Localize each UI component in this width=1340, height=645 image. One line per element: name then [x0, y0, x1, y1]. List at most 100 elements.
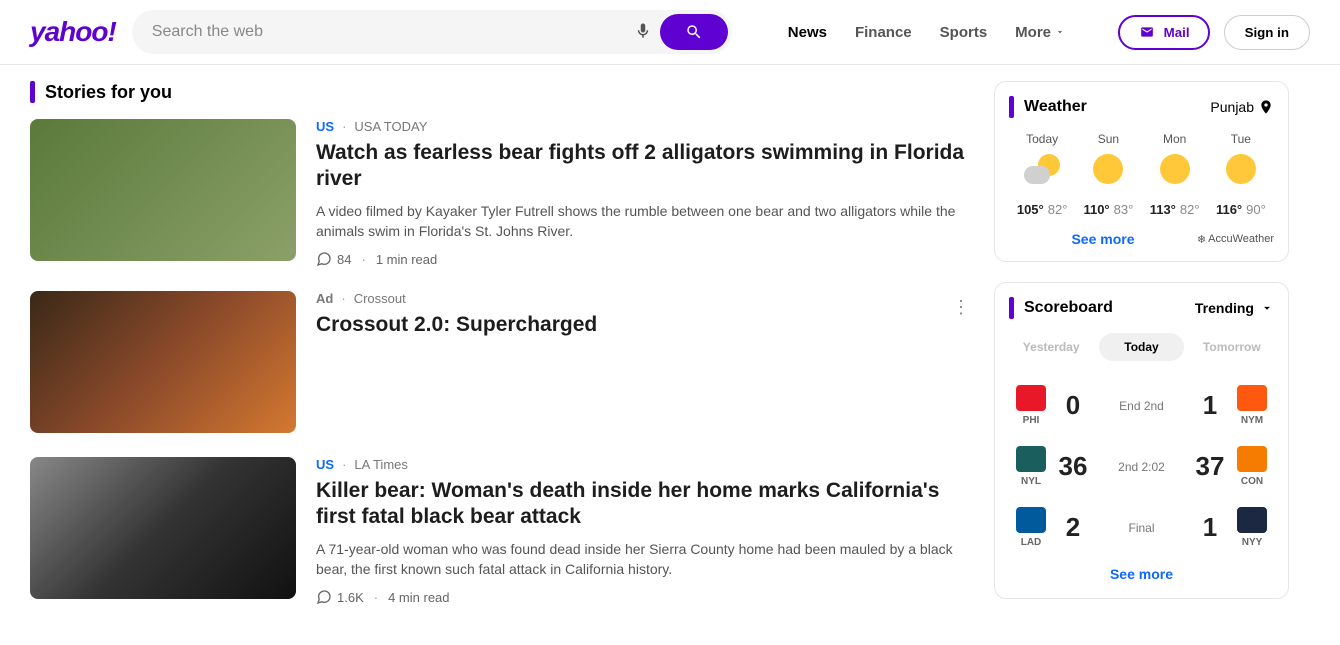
story-description: A video filmed by Kayaker Tyler Futrell …: [316, 201, 970, 242]
accent-bar: [1009, 96, 1014, 118]
partly-cloudy-icon: [1009, 154, 1075, 192]
weather-day[interactable]: Sun110°83°: [1075, 132, 1141, 217]
comment-count[interactable]: 1.6K: [316, 589, 364, 605]
story-stats: 1.6K · 4 min read: [316, 589, 970, 605]
scoreboard-card: Scoreboard Trending Yesterday Today Tomo…: [994, 282, 1289, 599]
tab-tomorrow[interactable]: Tomorrow: [1190, 333, 1274, 361]
read-time: 1 min read: [376, 252, 437, 267]
score-right: 1: [1190, 390, 1230, 421]
weather-header: Weather Punjab: [1009, 96, 1274, 118]
story-thumbnail: [30, 457, 296, 599]
story-category[interactable]: US: [316, 457, 334, 472]
nav-more[interactable]: More: [1015, 24, 1065, 41]
team-right: CON: [1230, 446, 1274, 487]
tab-yesterday[interactable]: Yesterday: [1009, 333, 1093, 361]
score-left: 2: [1053, 512, 1093, 543]
story-thumbnail: [30, 291, 296, 433]
scoreboard-title: Scoreboard: [1024, 299, 1113, 317]
nav-finance[interactable]: Finance: [855, 24, 912, 41]
comment-icon: [316, 589, 332, 605]
header: yahoo! News Finance Sports More Mail Sig…: [0, 0, 1340, 65]
sun-icon: [1142, 154, 1208, 192]
yahoo-logo[interactable]: yahoo!: [30, 16, 116, 48]
mail-button[interactable]: Mail: [1118, 15, 1210, 50]
team-right: NYM: [1230, 385, 1274, 426]
accent-bar: [1009, 297, 1014, 319]
story-item-ad[interactable]: Ad · Crossout Crossout 2.0: Supercharged…: [30, 291, 970, 433]
trending-dropdown[interactable]: Trending: [1195, 300, 1274, 316]
weather-forecast: Today105°82° Sun110°83° Mon113°82° Tue11…: [1009, 132, 1274, 217]
weather-footer: See more ❄AccuWeather: [1009, 231, 1274, 247]
story-item[interactable]: US · USA TODAY Watch as fearless bear fi…: [30, 119, 970, 267]
tab-today[interactable]: Today: [1099, 333, 1183, 361]
see-more-link[interactable]: See more: [1110, 566, 1173, 582]
read-time: 4 min read: [388, 590, 449, 605]
story-category[interactable]: US: [316, 119, 334, 134]
nav: News Finance Sports More: [788, 24, 1065, 41]
story-description: A 71-year-old woman who was found dead i…: [316, 539, 970, 580]
story-content: US · USA TODAY Watch as fearless bear fi…: [316, 119, 970, 267]
nav-sports[interactable]: Sports: [940, 24, 988, 41]
weather-day[interactable]: Tue116°90°: [1208, 132, 1274, 217]
story-stats: 84 · 1 min read: [316, 251, 970, 267]
sun-icon: [1075, 154, 1141, 192]
comment-icon: [316, 251, 332, 267]
score-left: 36: [1053, 451, 1093, 482]
more-options-icon[interactable]: ⋮: [952, 297, 970, 318]
accuweather-attribution: ❄AccuWeather: [1197, 233, 1274, 246]
game-row[interactable]: PHI0End 2nd1NYM: [1009, 375, 1274, 436]
team-left: LAD: [1009, 507, 1053, 548]
sidebar: Weather Punjab Today105°82° Sun110°83° M…: [994, 81, 1289, 629]
story-meta: Ad · Crossout: [316, 291, 970, 306]
weather-card: Weather Punjab Today105°82° Sun110°83° M…: [994, 81, 1289, 262]
story-thumbnail: [30, 119, 296, 261]
team-left: PHI: [1009, 385, 1053, 426]
mic-icon[interactable]: [626, 14, 660, 51]
weather-day[interactable]: Mon113°82°: [1142, 132, 1208, 217]
story-source: Crossout: [354, 291, 406, 306]
game-row[interactable]: LAD2Final1NYY: [1009, 497, 1274, 558]
game-status: End 2nd: [1093, 399, 1190, 413]
search-bar: [132, 10, 732, 54]
ad-label: Ad: [316, 291, 333, 306]
story-headline[interactable]: Watch as fearless bear fights off 2 alli…: [316, 140, 970, 193]
chevron-down-icon: [1055, 27, 1065, 37]
team-left: NYL: [1009, 446, 1053, 487]
team-logo: [1016, 385, 1046, 411]
signin-button[interactable]: Sign in: [1224, 15, 1310, 50]
game-status: Final: [1093, 521, 1190, 535]
scoreboard-header: Scoreboard Trending: [1009, 297, 1274, 319]
team-logo: [1237, 507, 1267, 533]
weather-day[interactable]: Today105°82°: [1009, 132, 1075, 217]
location-selector[interactable]: Punjab: [1210, 99, 1274, 115]
story-item[interactable]: US · LA Times Killer bear: Woman's death…: [30, 457, 970, 605]
search-button[interactable]: [660, 14, 728, 50]
weather-title: Weather: [1024, 98, 1087, 116]
header-actions: Mail Sign in: [1118, 15, 1310, 50]
story-headline[interactable]: Killer bear: Woman's death inside her ho…: [316, 478, 970, 531]
story-source: USA TODAY: [354, 119, 427, 134]
team-logo: [1016, 446, 1046, 472]
game-row[interactable]: NYL362nd 2:0237CON: [1009, 436, 1274, 497]
score-right: 1: [1190, 512, 1230, 543]
team-right: NYY: [1230, 507, 1274, 548]
comment-count[interactable]: 84: [316, 251, 351, 267]
day-tabs: Yesterday Today Tomorrow: [1009, 333, 1274, 361]
team-logo: [1237, 446, 1267, 472]
story-headline[interactable]: Crossout 2.0: Supercharged: [316, 312, 970, 338]
game-status: 2nd 2:02: [1093, 460, 1190, 474]
score-left: 0: [1053, 390, 1093, 421]
chevron-down-icon: [1260, 301, 1274, 315]
story-source: LA Times: [354, 457, 407, 472]
nav-news[interactable]: News: [788, 24, 827, 41]
see-more-link[interactable]: See more: [1071, 231, 1134, 247]
search-input[interactable]: [152, 23, 626, 41]
story-meta: US · USA TODAY: [316, 119, 970, 134]
score-right: 37: [1190, 451, 1230, 482]
story-content: Ad · Crossout Crossout 2.0: Supercharged: [316, 291, 970, 433]
team-logo: [1237, 385, 1267, 411]
main-content: Stories for you US · USA TODAY Watch as …: [0, 65, 1340, 645]
sun-icon: [1208, 154, 1274, 192]
story-content: US · LA Times Killer bear: Woman's death…: [316, 457, 970, 605]
location-icon: [1258, 99, 1274, 115]
